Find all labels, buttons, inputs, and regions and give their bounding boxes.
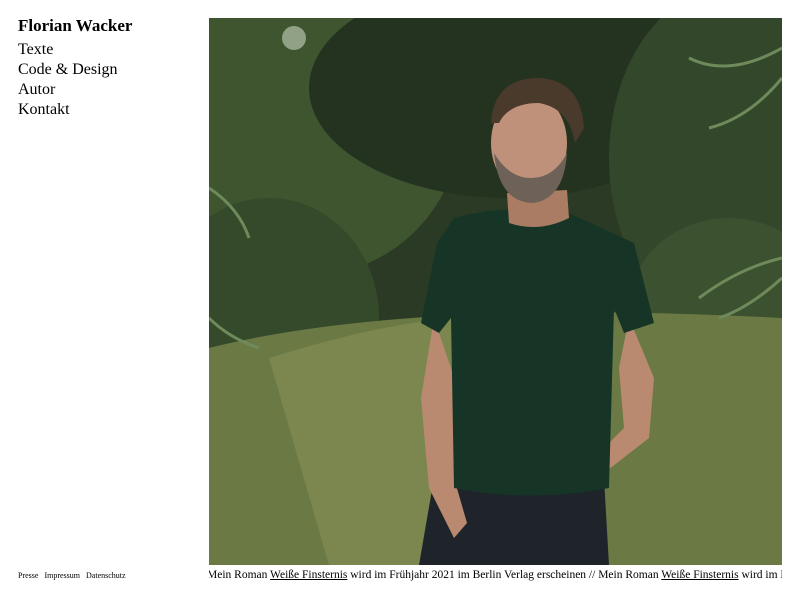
nav-link-texte[interactable]: Texte xyxy=(18,41,53,58)
ticker-text: Mein Roman xyxy=(209,569,271,581)
sky-gap xyxy=(282,26,306,50)
nav-item-texte: Texte xyxy=(18,40,118,60)
sidebar: Florian Wacker Texte Code & Design Autor… xyxy=(0,0,200,600)
nav-item-code-design: Code & Design xyxy=(18,60,118,80)
portrait-illustration xyxy=(209,18,782,565)
ticker-text: wird im Frühjahr 2021 im Berlin Verlag e… xyxy=(741,569,782,581)
nav-item-autor: Autor xyxy=(18,80,118,100)
footer-link-presse[interactable]: Presse xyxy=(18,571,38,580)
footer-link-impressum[interactable]: Impressum xyxy=(44,571,80,580)
ticker-book-link[interactable]: Weiße Finsternis xyxy=(270,569,347,581)
footer-link-datenschutz[interactable]: Datenschutz xyxy=(86,571,126,580)
nav-item-kontakt: Kontakt xyxy=(18,100,118,120)
ticker-text: Mein Roman xyxy=(598,569,662,581)
hero-portrait-photo xyxy=(209,18,782,565)
ticker-book-link[interactable]: Weiße Finsternis xyxy=(661,569,738,581)
ticker-text: wird im Frühjahr 2021 im Berlin Verlag e… xyxy=(347,569,599,581)
footer-links: Presse Impressum Datenschutz xyxy=(18,571,130,581)
nav-link-code-design[interactable]: Code & Design xyxy=(18,61,118,78)
ticker-track: Mein Roman Weiße Finsternis wird im Früh… xyxy=(209,568,782,582)
nav-link-kontakt[interactable]: Kontakt xyxy=(18,101,70,118)
site-title[interactable]: Florian Wacker xyxy=(18,16,132,36)
nav-link-autor[interactable]: Autor xyxy=(18,81,55,98)
main-nav: Texte Code & Design Autor Kontakt xyxy=(18,40,118,120)
news-ticker: Mein Roman Weiße Finsternis wird im Früh… xyxy=(209,568,782,584)
